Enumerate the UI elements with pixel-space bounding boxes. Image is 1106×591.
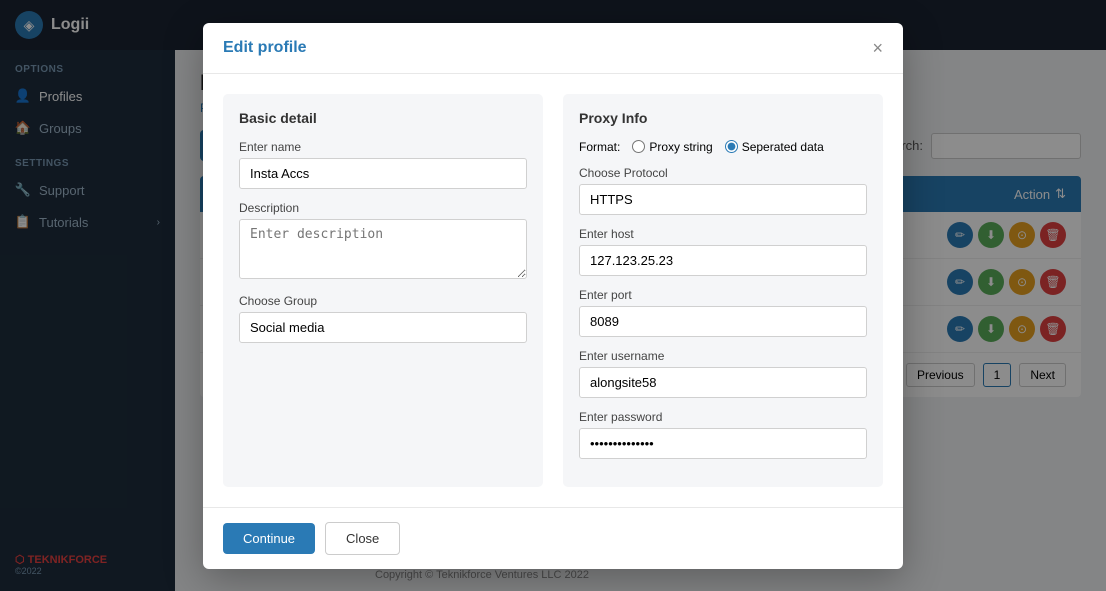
group-input[interactable]	[239, 312, 527, 343]
password-label: Enter password	[579, 410, 867, 424]
modal-header: Edit profile ×	[203, 23, 903, 74]
proxy-info-panel: Proxy Info Format: Proxy string Seperate…	[563, 94, 883, 487]
modal-overlay: Edit profile × Basic detail Enter name D…	[0, 0, 1106, 591]
separated-data-radio[interactable]	[725, 140, 738, 153]
description-textarea[interactable]	[239, 219, 527, 279]
proxy-string-radio[interactable]	[632, 140, 645, 153]
port-input[interactable]	[579, 306, 867, 337]
continue-button[interactable]: Continue	[223, 523, 315, 554]
basic-detail-title: Basic detail	[239, 110, 527, 126]
proxy-info-title: Proxy Info	[579, 110, 867, 126]
protocol-input[interactable]	[579, 184, 867, 215]
modal-footer: Continue Close	[203, 507, 903, 569]
separated-data-label: Seperated data	[742, 140, 824, 154]
format-label: Format:	[579, 140, 620, 154]
name-label: Enter name	[239, 140, 527, 154]
modal-body: Basic detail Enter name Description Choo…	[203, 74, 903, 507]
host-input[interactable]	[579, 245, 867, 276]
edit-profile-modal: Edit profile × Basic detail Enter name D…	[203, 23, 903, 569]
modal-title: Edit profile	[223, 39, 307, 57]
proxy-string-label: Proxy string	[649, 140, 712, 154]
username-input[interactable]	[579, 367, 867, 398]
close-modal-button[interactable]: Close	[325, 522, 400, 555]
separated-data-option[interactable]: Seperated data	[725, 140, 824, 154]
group-label: Choose Group	[239, 294, 527, 308]
protocol-label: Choose Protocol	[579, 166, 867, 180]
name-input[interactable]	[239, 158, 527, 189]
modal-close-button[interactable]: ×	[872, 39, 883, 57]
port-label: Enter port	[579, 288, 867, 302]
password-input[interactable]	[579, 428, 867, 459]
description-label: Description	[239, 201, 527, 215]
basic-detail-panel: Basic detail Enter name Description Choo…	[223, 94, 543, 487]
format-row: Format: Proxy string Seperated data	[579, 140, 867, 154]
proxy-string-option[interactable]: Proxy string	[632, 140, 712, 154]
username-label: Enter username	[579, 349, 867, 363]
host-label: Enter host	[579, 227, 867, 241]
